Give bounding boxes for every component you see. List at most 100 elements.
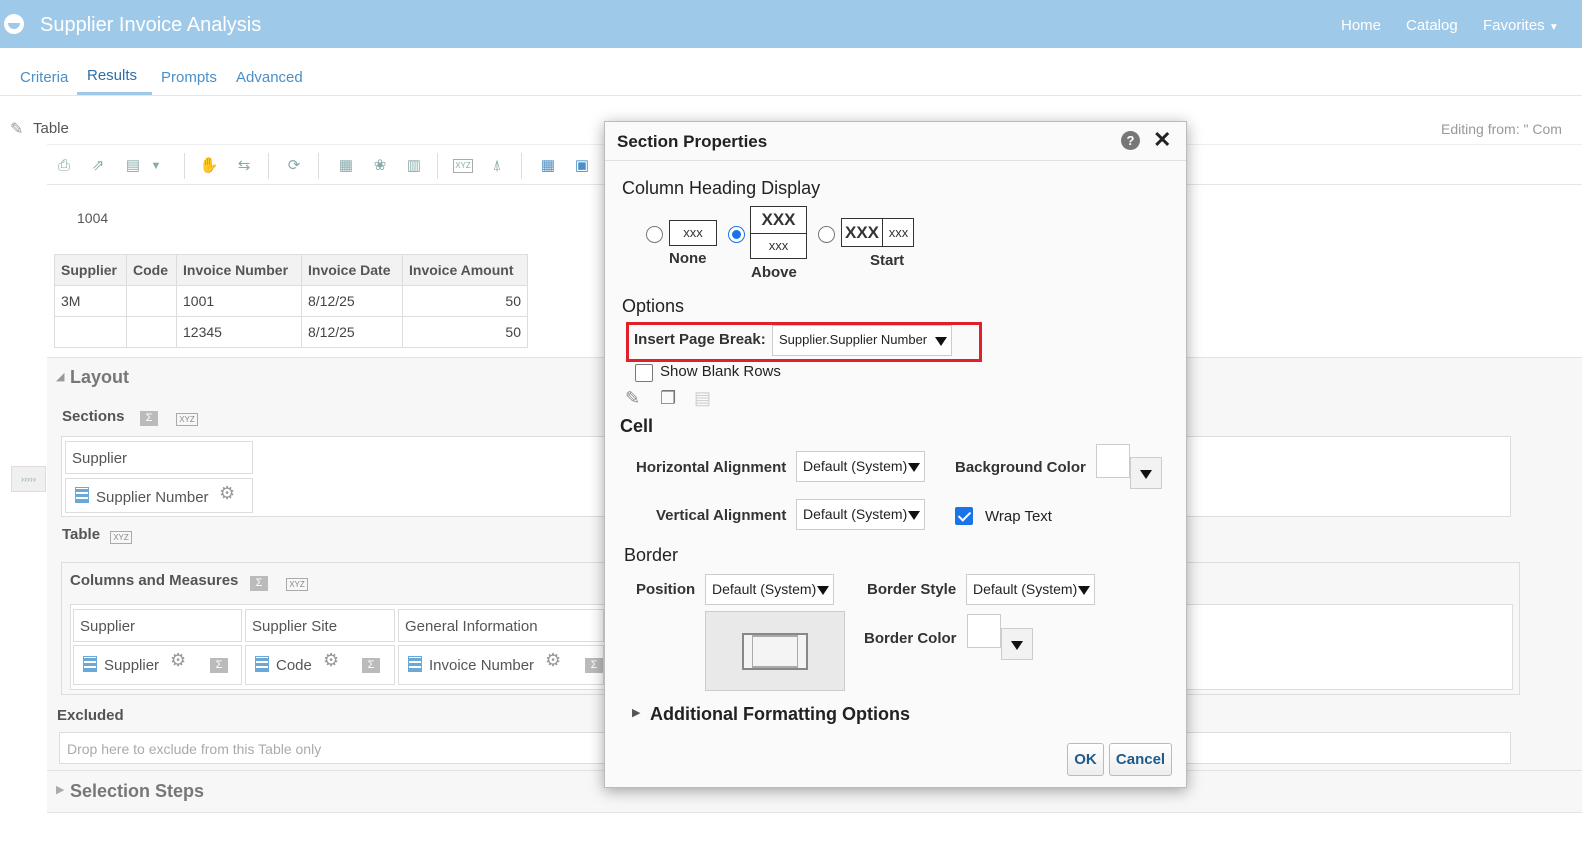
xyz-icon[interactable]: XYZ <box>286 578 308 591</box>
side-panel-toggle-icon[interactable]: ››››› <box>11 466 46 492</box>
border-color-label: Border Color <box>864 630 957 647</box>
column-header[interactable]: Invoice Amount <box>402 254 528 286</box>
gear-icon[interactable]: ⚙ <box>545 650 561 671</box>
heading-start-radio[interactable] <box>818 226 835 243</box>
tab-advanced[interactable]: Advanced <box>236 69 303 86</box>
gear-icon[interactable]: ⚙ <box>170 650 186 671</box>
column-icon <box>75 487 89 503</box>
collapse-triangle-icon[interactable]: ◢ <box>56 370 64 383</box>
close-icon[interactable]: ✕ <box>1153 127 1171 153</box>
expand-triangle-icon[interactable]: ▶ <box>632 706 640 719</box>
sigma-icon[interactable]: Σ <box>210 658 228 673</box>
heading-none-radio[interactable] <box>646 226 663 243</box>
cancel-button[interactable]: Cancel <box>1109 743 1172 776</box>
format-dropdown-icon[interactable]: ▼ <box>146 157 166 175</box>
border-position-preview[interactable] <box>705 611 845 691</box>
sigma-icon[interactable]: Σ <box>362 658 380 673</box>
border-color-dropdown[interactable] <box>1001 628 1033 660</box>
results-table: Supplier Code Invoice Number Invoice Dat… <box>54 254 528 348</box>
dropdown-arrow-icon <box>908 463 920 472</box>
show-blank-rows-checkbox[interactable] <box>635 364 653 382</box>
heading-above-sample-bottom: xxx <box>768 238 789 253</box>
heading-none-label: None <box>669 250 707 267</box>
cell-title: Cell <box>620 416 654 436</box>
table-icon[interactable]: ▦ <box>538 157 558 175</box>
gear-icon[interactable]: ⚙ <box>219 483 235 504</box>
xyz-icon[interactable]: XYZ <box>453 159 473 173</box>
heading-none-sample[interactable]: xxx <box>669 220 717 246</box>
border-title: Border <box>624 545 679 565</box>
additional-formatting-toggle[interactable]: Additional Formatting Options <box>650 704 910 725</box>
pivot-icon[interactable]: ✋ <box>199 157 219 175</box>
print-icon[interactable]: ⎙ <box>54 157 74 175</box>
heading-above-radio[interactable] <box>728 226 745 243</box>
copy-icon[interactable]: ❐ <box>660 388 676 409</box>
sigma-icon[interactable]: Σ <box>140 411 158 426</box>
border-style-select[interactable]: Default (System) <box>966 574 1095 605</box>
wrap-text-checkbox[interactable] <box>955 507 973 525</box>
table-cell <box>54 316 127 348</box>
layout-icon[interactable]: ▣ <box>572 157 592 175</box>
background-color-swatch[interactable] <box>1096 444 1130 478</box>
help-icon[interactable]: ? <box>1121 131 1140 150</box>
expand-triangle-icon[interactable]: ▶ <box>56 783 64 796</box>
column-header[interactable]: Code <box>126 254 177 286</box>
dropdown-arrow-icon <box>817 586 829 595</box>
selection-steps-title[interactable]: Selection Steps <box>70 781 204 802</box>
heading-start-sample[interactable]: XXX xxx <box>841 218 914 247</box>
export-icon[interactable]: ⇗ <box>88 157 108 175</box>
nav-favorites-label: Favorites <box>1483 17 1545 34</box>
border-position-select[interactable]: Default (System) <box>705 574 834 605</box>
column-group-label: General Information <box>405 618 538 635</box>
toolbar-separator <box>521 153 522 179</box>
column-header[interactable]: Supplier <box>54 254 127 286</box>
sigma-icon[interactable]: Σ <box>585 658 603 673</box>
vertical-alignment-select[interactable]: Default (System) <box>796 499 925 530</box>
chevron-down-icon: ▼ <box>1548 22 1559 33</box>
paintbrush-icon[interactable]: ✎ <box>625 388 640 409</box>
nav-home-link[interactable]: Home <box>1341 17 1381 34</box>
edit-view-icon[interactable]: ▦ <box>336 157 356 175</box>
border-color-swatch[interactable] <box>967 614 1001 648</box>
refresh-icon[interactable]: ⟳ <box>284 157 304 175</box>
sort-icon[interactable]: ⍋ <box>487 157 507 175</box>
conditions-icon[interactable]: ❀ <box>370 157 390 175</box>
gear-icon[interactable]: ⚙ <box>323 650 339 671</box>
table-cell: 50 <box>402 316 528 348</box>
format-icon[interactable]: ▤ <box>123 157 143 175</box>
nav-favorites-menu[interactable]: Favorites ▼ <box>1483 17 1559 34</box>
xyz-icon[interactable]: XYZ <box>176 413 198 426</box>
heading-above-sample[interactable]: XXX xxx <box>750 206 807 259</box>
table-row: 3M 1001 8/12/25 50 <box>54 285 528 317</box>
toolbar-separator <box>437 153 438 179</box>
column-header[interactable]: Invoice Number <box>176 254 302 286</box>
swap-icon[interactable]: ⇆ <box>234 157 254 175</box>
heading-start-label: Start <box>870 252 905 269</box>
layout-title[interactable]: Layout <box>70 367 129 388</box>
ok-button[interactable]: OK <box>1067 743 1104 776</box>
paste-icon[interactable]: ▤ <box>694 388 711 409</box>
column-icon <box>408 656 422 672</box>
xyz-icon[interactable]: XYZ <box>110 531 132 544</box>
horizontal-alignment-value: Default (System) <box>803 458 908 474</box>
tab-results[interactable]: Results <box>87 67 137 84</box>
view-properties-icon[interactable]: ▥ <box>404 157 424 175</box>
horizontal-alignment-select[interactable]: Default (System) <box>796 451 925 482</box>
column-item-label: Supplier <box>104 657 160 674</box>
tab-criteria[interactable]: Criteria <box>20 69 68 86</box>
dialog-title: Section Properties <box>617 132 768 151</box>
tab-prompts[interactable]: Prompts <box>161 69 217 86</box>
sigma-icon[interactable]: Σ <box>250 576 268 591</box>
page-break-value: Supplier.Supplier Number <box>779 332 928 347</box>
column-heading-display-title: Column Heading Display <box>622 178 821 198</box>
dropdown-arrow-icon <box>908 511 920 520</box>
table-cell: 3M <box>54 285 127 317</box>
toolbar-separator <box>268 153 269 179</box>
dialog-title-divider <box>605 160 1186 161</box>
page-break-select[interactable]: Supplier.Supplier Number <box>772 325 952 356</box>
options-title: Options <box>622 296 685 316</box>
nav-catalog-link[interactable]: Catalog <box>1406 17 1458 34</box>
tab-divider <box>0 95 1582 96</box>
background-color-dropdown[interactable] <box>1130 457 1162 489</box>
column-header[interactable]: Invoice Date <box>301 254 403 286</box>
